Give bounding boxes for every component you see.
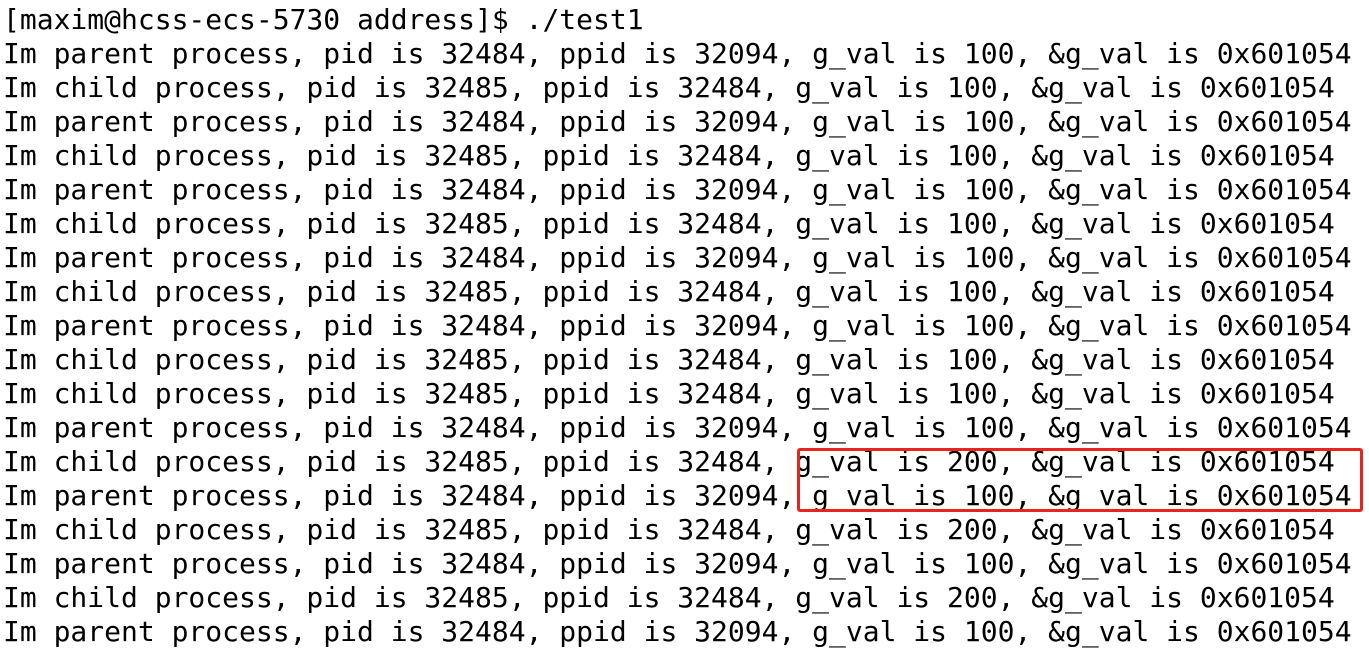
- output-line: Im parent process, pid is 32484, ppid is…: [3, 37, 1352, 70]
- terminal-output: [maxim@hcss-ecs-5730 address]$ ./test1 I…: [3, 3, 1352, 649]
- output-line: Im parent process, pid is 32484, ppid is…: [3, 411, 1352, 444]
- output-line: Im parent process, pid is 32484, ppid is…: [3, 241, 1352, 274]
- terminal-window[interactable]: [maxim@hcss-ecs-5730 address]$ ./test1 I…: [0, 0, 1369, 649]
- output-line: Im parent process, pid is 32484, ppid is…: [3, 547, 1352, 580]
- output-line: Im child process, pid is 32485, ppid is …: [3, 377, 1335, 410]
- output-line: Im child process, pid is 32485, ppid is …: [3, 207, 1335, 240]
- output-line: Im child process, pid is 32485, ppid is …: [3, 139, 1335, 172]
- output-line: Im parent process, pid is 32484, ppid is…: [3, 173, 1352, 206]
- output-line: Im child process, pid is 32485, ppid is …: [3, 343, 1335, 376]
- output-line: Im parent process, pid is 32484, ppid is…: [3, 105, 1352, 138]
- output-line: Im child process, pid is 32485, ppid is …: [3, 513, 1335, 546]
- output-line: Im parent process, pid is 32484, ppid is…: [3, 309, 1352, 342]
- output-line: Im parent process, pid is 32484, ppid is…: [3, 615, 1352, 648]
- output-line: Im child process, pid is 32485, ppid is …: [3, 71, 1335, 104]
- command-prompt: [maxim@hcss-ecs-5730 address]$ ./test1: [3, 3, 644, 36]
- output-line: Im child process, pid is 32485, ppid is …: [3, 275, 1335, 308]
- output-line: Im parent process, pid is 32484, ppid is…: [3, 479, 1352, 512]
- output-line: Im child process, pid is 32485, ppid is …: [3, 445, 1335, 478]
- output-line: Im child process, pid is 32485, ppid is …: [3, 581, 1335, 614]
